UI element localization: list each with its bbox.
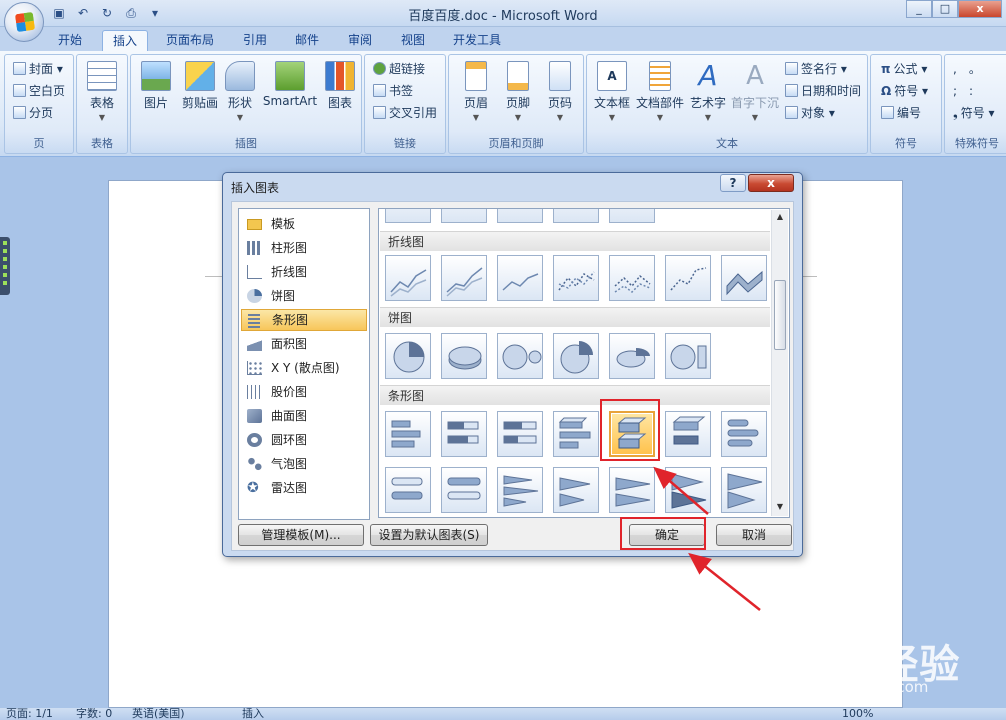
annotation-arrows bbox=[653, 466, 761, 611]
arrow-to-ok-icon bbox=[688, 552, 761, 611]
status-language[interactable]: 英语(美国) bbox=[132, 708, 185, 720]
office-logo-icon bbox=[14, 11, 36, 33]
status-bar: 页面: 1/1 字数: 0 英语(美国) 插入 100% bbox=[0, 708, 1006, 720]
status-page[interactable]: 页面: 1/1 bbox=[6, 708, 53, 720]
status-words[interactable]: 字数: 0 bbox=[76, 708, 112, 720]
office-button[interactable] bbox=[4, 2, 44, 42]
status-zoom[interactable]: 100% bbox=[842, 708, 873, 720]
watermark-url: jingyan.baidu.com bbox=[790, 678, 929, 696]
arrow-to-chart-icon bbox=[653, 466, 709, 515]
status-mode[interactable]: 插入 bbox=[242, 708, 264, 720]
